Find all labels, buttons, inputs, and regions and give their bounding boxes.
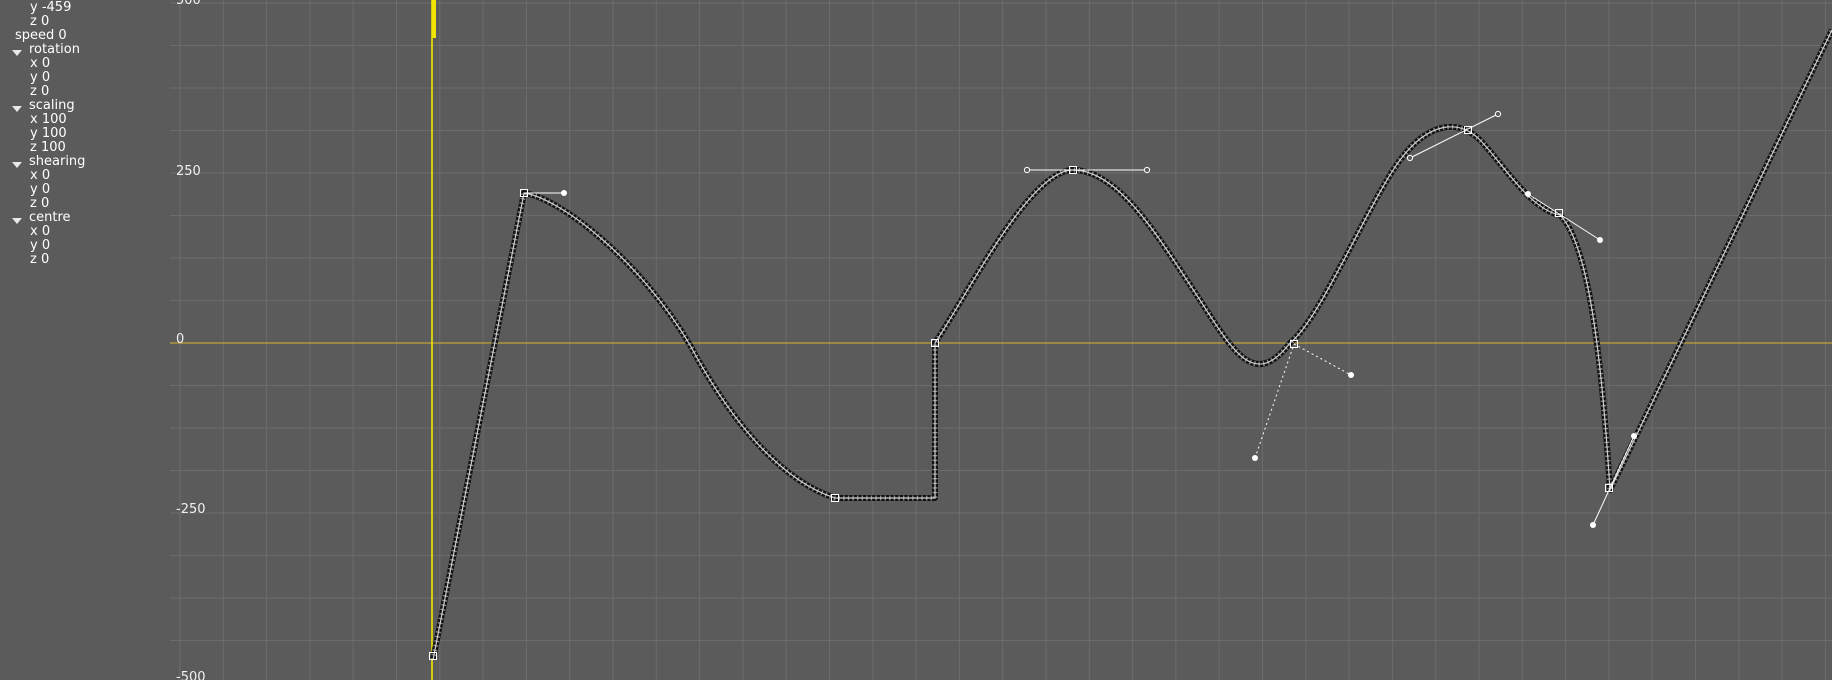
centre-y-value[interactable]: 0 <box>42 238 50 253</box>
rotation-y-value[interactable]: 0 <box>42 70 50 85</box>
shearing-x-row[interactable]: x 0 <box>30 169 50 183</box>
scaling-y-value[interactable]: 100 <box>42 126 67 141</box>
shearing-z-value[interactable]: 0 <box>41 196 49 211</box>
shearing-group-label[interactable]: shearing <box>29 155 85 169</box>
y-tick-label-500: 500 <box>176 0 201 8</box>
shearing-expand-icon[interactable] <box>12 162 22 168</box>
tangent-handle-point[interactable] <box>1494 110 1502 118</box>
rotation-z-value[interactable]: 0 <box>41 84 49 99</box>
curve-graph-editor[interactable]: 500 250 0 -250 -500 <box>0 0 1832 680</box>
centre-expand-icon[interactable] <box>12 218 22 224</box>
position-y-value[interactable]: -459 <box>42 0 72 15</box>
centre-y-row[interactable]: y 0 <box>30 239 50 253</box>
position-z-label: z <box>30 14 37 29</box>
y-tick-label-0: 0 <box>176 332 184 347</box>
centre-z-row[interactable]: z 0 <box>30 253 49 267</box>
scaling-z-value[interactable]: 100 <box>41 140 66 155</box>
position-y-row[interactable]: y -459 <box>30 1 71 15</box>
tangent-handle-point[interactable] <box>1143 166 1151 174</box>
centre-x-row[interactable]: x 0 <box>30 225 50 239</box>
scaling-z-row[interactable]: z 100 <box>30 141 66 155</box>
y-tick-label-minus-500: -500 <box>176 670 206 680</box>
rotation-group-label[interactable]: rotation <box>29 43 80 57</box>
tangent-handle-point[interactable] <box>1023 166 1031 174</box>
rotation-y-row[interactable]: y 0 <box>30 71 50 85</box>
tangent-handle-point[interactable] <box>1590 522 1596 528</box>
scaling-expand-icon[interactable] <box>12 106 22 112</box>
y-tick-label-minus-250: -250 <box>176 502 206 517</box>
tangent-handle-point[interactable] <box>1597 237 1603 243</box>
scaling-group-label[interactable]: scaling <box>29 99 75 113</box>
rotation-x-value[interactable]: 0 <box>42 56 50 71</box>
y-tick-label-250: 250 <box>176 164 201 179</box>
rotation-z-row[interactable]: z 0 <box>30 85 49 99</box>
speed-row[interactable]: speed 0 <box>15 29 67 43</box>
scaling-x-row[interactable]: x 100 <box>30 113 67 127</box>
tangent-handle-point[interactable] <box>1406 154 1414 162</box>
tangent-handle-point[interactable] <box>1631 433 1637 439</box>
scaling-x-value[interactable]: 100 <box>42 112 67 127</box>
speed-label: speed <box>15 28 55 43</box>
scaling-y-row[interactable]: y 100 <box>30 127 67 141</box>
centre-z-value[interactable]: 0 <box>41 252 49 267</box>
rotation-expand-icon[interactable] <box>12 50 22 56</box>
tangent-handle-point[interactable] <box>1525 191 1531 197</box>
position-z-value[interactable]: 0 <box>41 14 49 29</box>
position-z-row[interactable]: z 0 <box>30 15 49 29</box>
centre-group-label[interactable]: centre <box>29 211 71 225</box>
time-cursor-handle[interactable] <box>432 0 436 38</box>
channel-list-panel: y -459 z 0 speed 0 rotation x 0 y 0 z 0 … <box>0 0 170 680</box>
shearing-y-value[interactable]: 0 <box>42 182 50 197</box>
rotation-x-row[interactable]: x 0 <box>30 57 50 71</box>
speed-value[interactable]: 0 <box>58 28 66 43</box>
tangent-handle-point[interactable] <box>1348 372 1354 378</box>
shearing-x-value[interactable]: 0 <box>42 168 50 183</box>
tangent-handle-point[interactable] <box>1252 455 1258 461</box>
shearing-z-row[interactable]: z 0 <box>30 197 49 211</box>
tangent-handle-point[interactable] <box>561 190 567 196</box>
position-y-label: y <box>30 0 38 15</box>
shearing-y-row[interactable]: y 0 <box>30 183 50 197</box>
centre-x-value[interactable]: 0 <box>42 224 50 239</box>
